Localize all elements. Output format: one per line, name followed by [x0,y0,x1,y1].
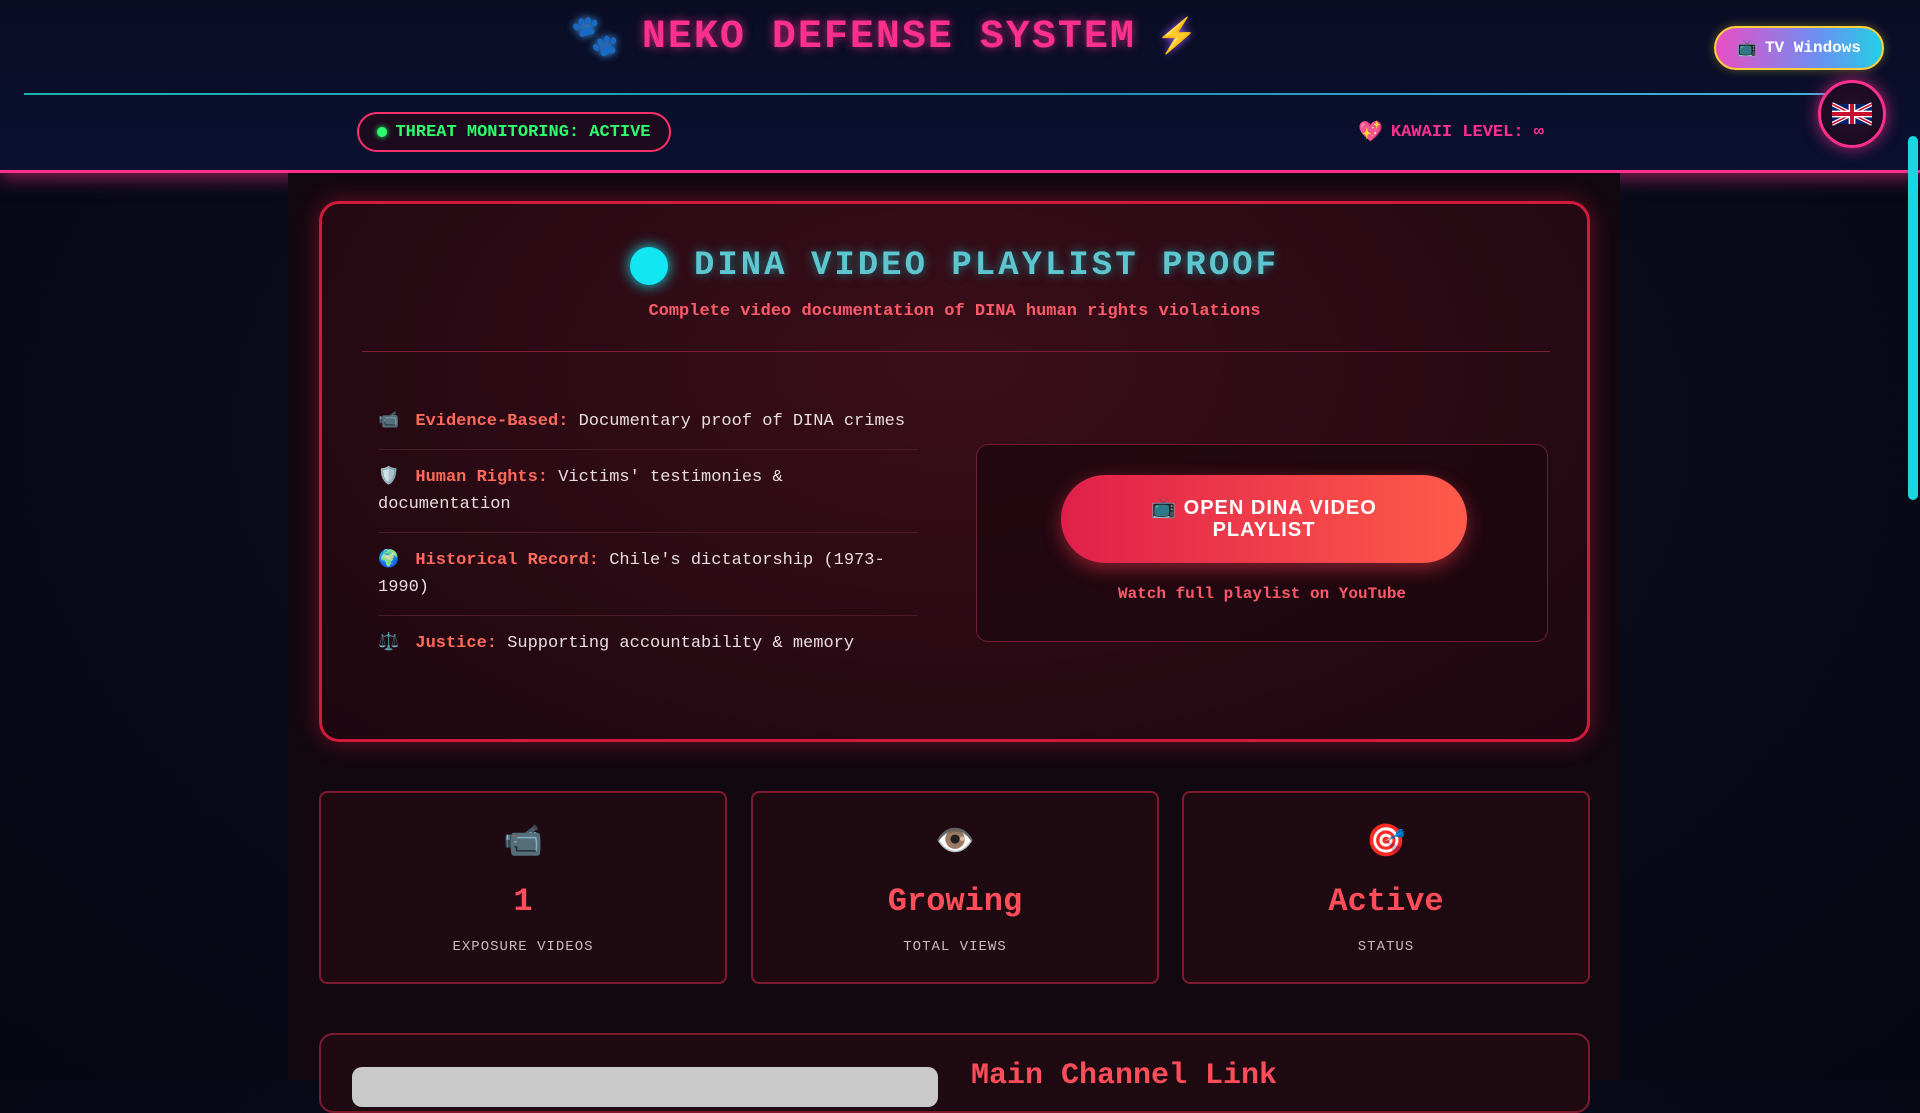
stat-label: STATUS [1357,939,1415,955]
stat-label: EXPOSURE VIDEOS [452,939,594,955]
kawaii-level-indicator: 💖 KAWAII LEVEL: ∞ [1358,118,1544,146]
feature-item-justice: ⚖️ Justice: Supporting accountability & … [378,616,918,671]
main-channel-card: Main Channel Link [319,1033,1590,1113]
channel-title: Main Channel Link [971,1059,1278,1093]
proof-subtitle: Complete video documentation of DINA hum… [648,302,1261,321]
feature-item-human-rights: 🛡️ Human Rights: Victims' testimonies & … [378,450,918,533]
proof-title: DINA VIDEO PLAYLIST PROOF [322,244,1587,288]
tv-icon: 📺 [1151,497,1178,519]
header-divider [24,93,1834,95]
stat-label: TOTAL VIEWS [903,939,1007,955]
feature-text: Supporting accountability & memory [507,634,855,653]
tv-windows-label: TV Windows [1764,39,1861,57]
stat-value: 1 [513,883,533,920]
playlist-cta-box: 📺 OPEN DINA VIDEO PLAYLIST Watch full pl… [976,444,1548,642]
glowing-orb-icon [629,247,668,285]
open-playlist-label: OPEN DINA VIDEO PLAYLIST [1183,497,1377,541]
threat-status-badge: THREAT MONITORING: ACTIVE [357,112,671,152]
scales-icon: ⚖️ [378,634,400,653]
proof-divider [362,351,1550,352]
uk-flag-icon [1832,102,1872,126]
lightning-icon: ⚡ [1155,20,1201,58]
shield-icon: 🛡️ [378,468,400,487]
stat-card-videos: 📹 1 EXPOSURE VIDEOS [319,791,727,984]
dina-playlist-proof-card: DINA VIDEO PLAYLIST PROOF Complete video… [319,201,1590,742]
stat-card-status: 🎯 Active STATUS [1182,791,1590,984]
kawaii-level-text: KAWAII LEVEL: ∞ [1390,122,1544,142]
site-title: 🐾 NEKO DEFENSE SYSTEM ⚡ [570,12,1201,63]
eye-icon: 👁️ [935,824,975,861]
heart-icon: 💖 [1358,122,1383,145]
feature-item-evidence: 📹 Evidence-Based: Documentary proof of D… [378,394,918,450]
feature-label: Justice: [415,634,497,653]
open-playlist-button[interactable]: 📺 OPEN DINA VIDEO PLAYLIST [1061,475,1467,563]
playlist-caption: Watch full playlist on YouTube [1117,585,1407,603]
feature-text: Documentary proof of DINA crimes [578,412,906,431]
feature-label: Evidence-Based: [415,412,569,431]
video-camera-icon: 📹 [378,412,400,431]
threat-status-text: THREAT MONITORING: ACTIVE [395,122,651,142]
globe-icon: 🌍 [378,551,400,570]
stat-card-views: 👁️ Growing TOTAL VIEWS [751,791,1159,984]
feature-item-historical-record: 🌍 Historical Record: Chile's dictatorshi… [378,533,918,616]
site-title-text: NEKO DEFENSE SYSTEM [641,14,1136,60]
paw-icon: 🐾 [570,17,622,62]
channel-thumbnail[interactable] [352,1067,938,1107]
scrollbar-thumb[interactable] [1908,136,1918,500]
proof-title-text: DINA VIDEO PLAYLIST PROOF [693,247,1280,285]
status-dot-icon [377,127,388,137]
top-header: 🐾 NEKO DEFENSE SYSTEM ⚡ THREAT MONITORIN… [0,0,1920,173]
stat-value: Growing [887,883,1023,920]
feature-list: 📹 Evidence-Based: Documentary proof of D… [378,394,918,671]
video-camera-icon: 📹 [503,824,543,861]
tv-windows-button[interactable]: 📺 TV Windows [1714,26,1884,70]
feature-label: Historical Record: [415,551,600,570]
tv-icon: 📺 [1737,40,1757,58]
target-icon: 🎯 [1366,824,1406,861]
language-switcher-button[interactable] [1818,80,1886,148]
stat-value: Active [1328,883,1444,920]
feature-label: Human Rights: [415,468,548,487]
